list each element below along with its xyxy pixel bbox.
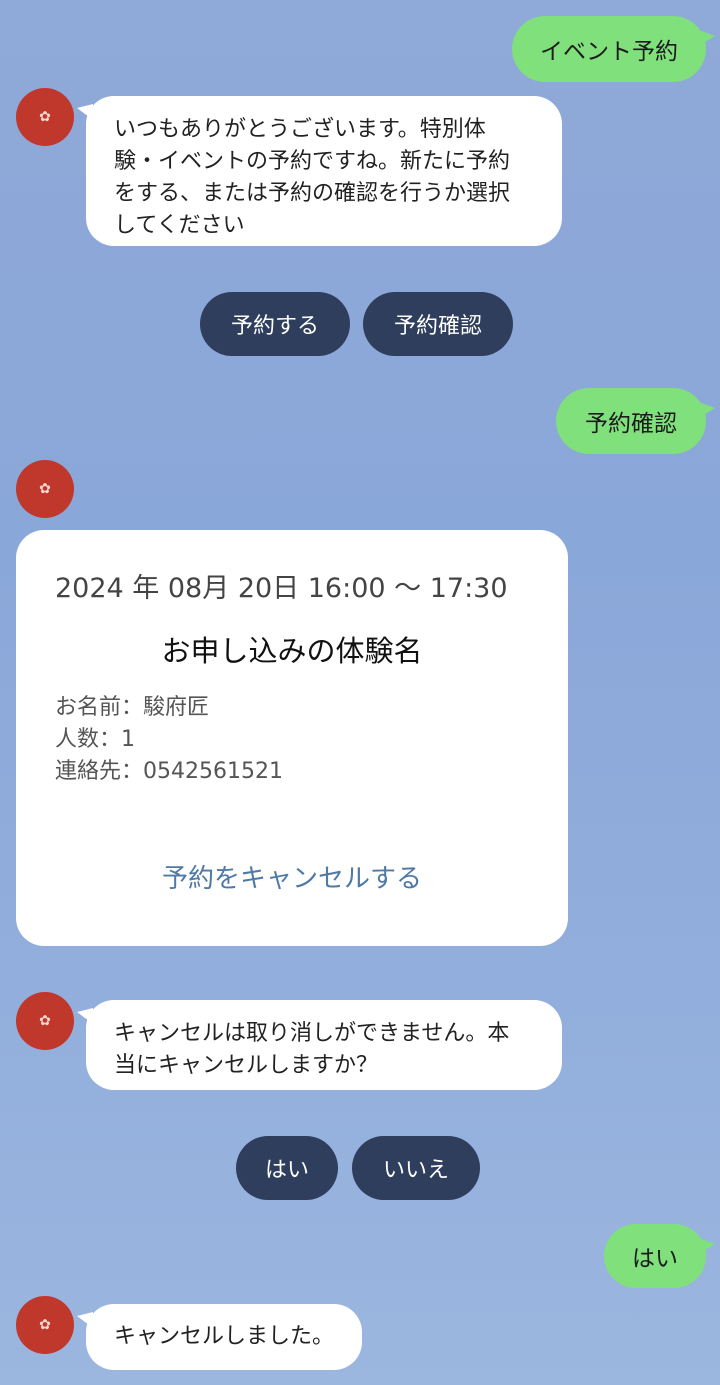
bot-message-greeting: いつもありがとうございます。特別体 験・イベントの予約ですね。新たに予約 をする… [77,96,562,246]
quick-reply-make-reservation[interactable]: 予約する [200,292,350,356]
bot-avatar[interactable]: ✿ [16,88,74,146]
reservation-name: お名前：駿府匠 [55,695,210,720]
cancel-reservation-link[interactable]: 予約をキャンセルする [16,858,568,895]
reservation-contact: 連絡先：0542561521 [55,759,283,784]
greeting-line: 験・イベントの予約ですね。新たに予約 [114,149,511,174]
reservation-card: 2024 年 08月 20日 16:00 ～ 17:30 お申し込みの体験名 お… [16,530,568,946]
greeting-line: してください [114,213,245,238]
bot-message-cancel-warning: キャンセルは取り消しができません。本 当にキャンセルしますか？ [77,1000,562,1090]
bot-avatar[interactable]: ✿ [16,992,74,1050]
quick-reply-check-reservation[interactable]: 予約確認 [363,292,513,356]
bot-avatar[interactable]: ✿ [16,460,74,518]
reservation-people: 人数：1 [55,727,135,752]
warning-line: キャンセルは取り消しができません。本 [114,1021,510,1046]
greeting-line: いつもありがとうございます。特別体 [114,117,486,142]
shop-logo-icon: ✿ [39,481,51,497]
user-message-yes: はい [604,1224,715,1288]
reservation-datetime: 2024 年 08月 20日 16:00 ～ 17:30 [55,573,508,604]
bot-message-cancelled: キャンセルしました。 [77,1304,362,1370]
quick-reply-no[interactable]: いいえ [352,1136,480,1200]
user-message-event-reservation: イベント予約 [512,16,715,82]
warning-line: 当にキャンセルしますか？ [114,1053,379,1078]
user-message-check-reservation: 予約確認 [556,388,715,454]
bot-avatar[interactable]: ✿ [16,1296,74,1354]
quick-reply-yes[interactable]: はい [236,1136,338,1200]
greeting-line: をする、または予約の確認を行うか選択 [114,181,511,206]
shop-logo-icon: ✿ [39,1013,51,1029]
experience-name: お申し込みの体験名 [161,634,423,668]
shop-logo-icon: ✿ [39,1317,51,1333]
shop-logo-icon: ✿ [39,109,51,125]
